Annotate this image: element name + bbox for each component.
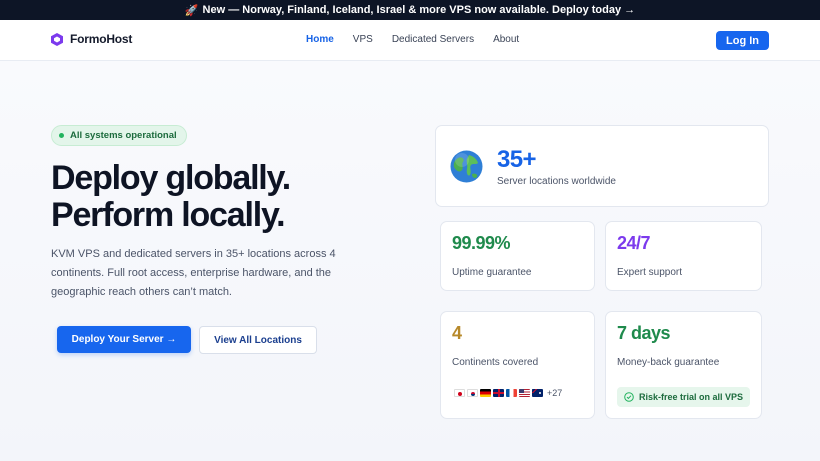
hero-headline: Deploy globally. Perform locally. <box>51 160 381 234</box>
continents-label: Continents covered <box>452 357 539 368</box>
hero-description: KVM VPS and dedicated servers in 35+ loc… <box>51 248 336 298</box>
support-stat-card: 24/7 Expert support <box>605 221 762 291</box>
korea-flag-icon <box>467 389 478 397</box>
nav-link-vps[interactable]: VPS <box>353 34 373 45</box>
nav-link-about[interactable]: About <box>493 34 519 45</box>
locations-label: Server locations worldwide <box>497 176 616 187</box>
moneyback-value: 7 days <box>617 323 671 343</box>
france-flag-icon <box>506 389 517 397</box>
status-badge: All systems operational <box>51 125 187 146</box>
usa-flag-icon <box>519 389 530 397</box>
support-label: Expert support <box>617 267 683 278</box>
uptime-stat-card: 99.99% Uptime guarantee <box>440 221 595 291</box>
uk-flag-icon <box>493 389 504 397</box>
locations-count: 35+ <box>497 146 537 173</box>
brand-name: FormoHost <box>70 32 133 46</box>
logo-icon <box>51 32 63 46</box>
status-dot-icon <box>59 133 64 138</box>
nav-links: Home VPS Dedicated Servers About <box>306 34 519 45</box>
rocket-icon: 🚀 <box>184 4 199 17</box>
more-countries-count: +27 <box>547 388 563 398</box>
top-nav: FormoHost Home VPS Dedicated Servers Abo… <box>0 20 820 61</box>
deploy-server-button[interactable]: Deploy Your Server → <box>57 326 191 353</box>
moneyback-label: Money-back guarantee <box>617 357 720 368</box>
view-locations-button[interactable]: View All Locations <box>199 326 317 354</box>
moneyback-stat-card: 7 days Money-back guarantee Risk-free tr… <box>605 311 762 419</box>
status-text: All systems operational <box>70 130 177 141</box>
announcement-bar[interactable]: 🚀 New — Norway, Finland, Iceland, Israel… <box>0 0 820 20</box>
continents-value: 4 <box>452 323 462 343</box>
japan-flag-icon <box>454 389 465 397</box>
risk-free-text: Risk-free trial on all VPS <box>639 392 744 402</box>
germany-flag-icon <box>480 389 491 397</box>
brand[interactable]: FormoHost <box>51 32 132 46</box>
uptime-value: 99.99% <box>452 233 511 253</box>
risk-free-badge: Risk-free trial on all VPS <box>617 387 751 407</box>
nav-link-home[interactable]: Home <box>306 34 334 45</box>
australia-flag-icon <box>532 389 543 397</box>
headline-line-1: Deploy globally. <box>51 159 291 197</box>
country-flags: +27 <box>454 388 562 398</box>
globe-icon <box>450 150 483 183</box>
uptime-label: Uptime guarantee <box>452 267 532 278</box>
headline-line-2: Perform locally. <box>51 196 286 234</box>
locations-stat-card: 35+ Server locations worldwide <box>435 125 769 207</box>
announcement-text[interactable]: New — Norway, Finland, Iceland, Israel &… <box>203 4 636 16</box>
support-value: 24/7 <box>617 233 651 253</box>
nav-link-dedicated-servers[interactable]: Dedicated Servers <box>392 34 474 45</box>
check-circle-icon <box>624 392 634 402</box>
login-button[interactable]: Log In <box>716 31 769 50</box>
continents-stat-card: 4 Continents covered +27 <box>440 311 595 419</box>
